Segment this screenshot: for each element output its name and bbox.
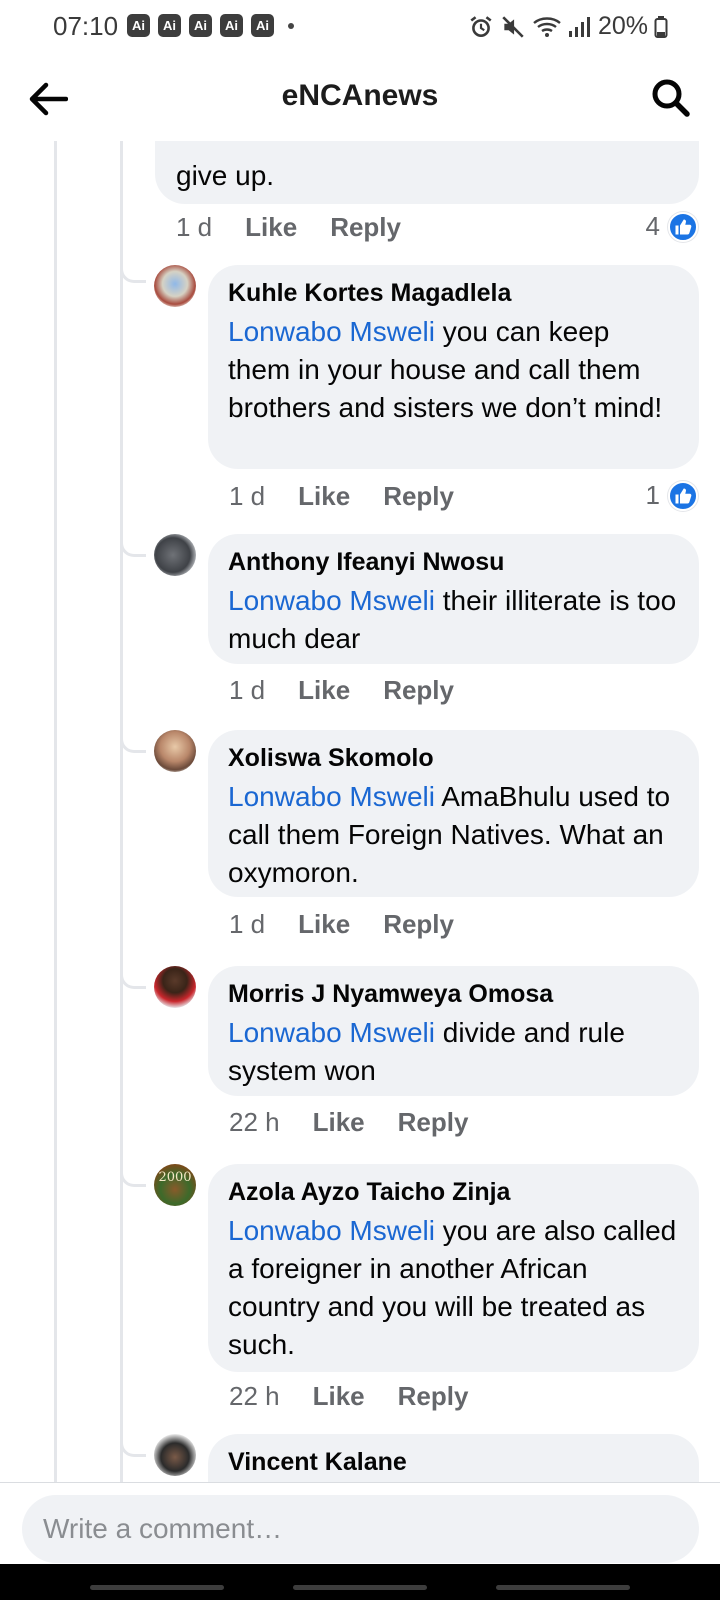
- comment-author[interactable]: Kuhle Kortes Magadlela: [228, 277, 679, 309]
- like-button[interactable]: Like: [245, 212, 297, 243]
- thread-connector: [120, 535, 146, 557]
- reply-button[interactable]: Reply: [398, 1381, 469, 1412]
- comment-time[interactable]: 1 d: [229, 675, 265, 706]
- mention-link[interactable]: Lonwabo Msweli: [228, 1017, 435, 1048]
- like-button[interactable]: Like: [313, 1381, 365, 1412]
- comment-bubble[interactable]: Vincent Kalane: [208, 1434, 699, 1482]
- ai-notification-icon: Ai: [189, 14, 212, 37]
- reply-button[interactable]: Reply: [383, 909, 454, 940]
- thread-connector: [120, 261, 146, 283]
- comment-bubble[interactable]: Xoliswa Skomolo Lonwabo Msweli AmaBhulu …: [208, 730, 699, 897]
- avatar[interactable]: [154, 966, 196, 1008]
- avatar[interactable]: [154, 265, 196, 307]
- comment-text: Lonwabo Msweli you are also called a for…: [228, 1212, 679, 1364]
- status-bar: 07:10 Ai Ai Ai Ai Ai 20%: [0, 0, 720, 52]
- comment-time[interactable]: 1 d: [229, 481, 265, 512]
- system-nav-bar: [0, 1564, 720, 1600]
- status-time: 07:10: [53, 11, 119, 41]
- comment-time[interactable]: 1 d: [176, 212, 212, 243]
- thread-line: [54, 141, 57, 1482]
- mention-link[interactable]: Lonwabo Msweli: [228, 781, 435, 812]
- comment-time[interactable]: 22 h: [229, 1107, 280, 1138]
- comment-actions: 22 h Like Reply: [229, 1107, 501, 1138]
- avatar-text: 2000: [158, 1170, 192, 1185]
- comment-time[interactable]: 22 h: [229, 1381, 280, 1412]
- avatar[interactable]: 2000: [154, 1164, 196, 1206]
- app-header: eNCAnews: [0, 55, 720, 141]
- thumbs-up-icon: [668, 211, 698, 242]
- thread-line: [120, 141, 123, 1482]
- status-icons: 20%: [468, 12, 668, 41]
- like-button[interactable]: Like: [298, 481, 350, 512]
- reply-button[interactable]: Reply: [398, 1107, 469, 1138]
- comment-bubble[interactable]: Azola Ayzo Taicho Zinja Lonwabo Msweli y…: [208, 1164, 699, 1372]
- comment-text: Lonwabo Msweli their illiterate is too m…: [228, 582, 679, 658]
- thread-connector: [120, 731, 146, 753]
- ai-notification-icon: Ai: [220, 14, 243, 37]
- comment-author[interactable]: Vincent Kalane: [228, 1446, 679, 1478]
- comment-author[interactable]: Azola Ayzo Taicho Zinja: [228, 1176, 679, 1208]
- reaction-count: 1: [645, 480, 660, 510]
- avatar[interactable]: [154, 534, 196, 576]
- comment-input[interactable]: Write a comment…: [22, 1495, 699, 1563]
- reaction-summary[interactable]: 4: [646, 211, 698, 242]
- comment-text: Lonwabo Msweli AmaBhulu used to call the…: [228, 778, 679, 892]
- mention-link[interactable]: Lonwabo Msweli: [228, 1215, 435, 1246]
- parent-comment-bubble[interactable]: give up.: [155, 141, 699, 204]
- thread-connector: [120, 1165, 146, 1187]
- signal-icon: [568, 16, 590, 37]
- comment-author[interactable]: Xoliswa Skomolo: [228, 742, 679, 774]
- notification-badges: Ai Ai Ai Ai Ai: [127, 14, 294, 37]
- avatar[interactable]: [154, 1434, 196, 1476]
- comment-actions: 1 d Like Reply: [229, 675, 487, 706]
- thumbs-up-icon: [668, 480, 698, 511]
- comment-bubble[interactable]: Anthony Ifeanyi Nwosu Lonwabo Msweli the…: [208, 534, 699, 664]
- comment-text: Lonwabo Msweli divide and rule system wo…: [228, 1014, 679, 1090]
- page-title: eNCAnews: [281, 79, 439, 112]
- comment-text: Lonwabo Msweli you can keep them in your…: [228, 313, 679, 427]
- comment-bubble[interactable]: Morris J Nyamweya Omosa Lonwabo Msweli d…: [208, 966, 699, 1096]
- comment-actions: 1 d Like Reply: [229, 481, 487, 512]
- comment-bubble[interactable]: Kuhle Kortes Magadlela Lonwabo Msweli yo…: [208, 265, 699, 469]
- comment-feed[interactable]: give up. 1 d Like Reply 4 Kuhle Kortes M…: [0, 141, 720, 1482]
- comment-author[interactable]: Morris J Nyamweya Omosa: [228, 978, 679, 1010]
- like-button[interactable]: Like: [313, 1107, 365, 1138]
- thread-connector: [120, 967, 146, 989]
- thread-connector: [120, 1435, 146, 1457]
- like-button[interactable]: Like: [298, 675, 350, 706]
- avatar[interactable]: [154, 730, 196, 772]
- comment-actions: 22 h Like Reply: [229, 1381, 501, 1412]
- comment-author[interactable]: Anthony Ifeanyi Nwosu: [228, 546, 679, 578]
- home-button[interactable]: [293, 1585, 427, 1590]
- reply-button[interactable]: Reply: [383, 675, 454, 706]
- more-notifications-dot-icon: [288, 22, 294, 29]
- mute-icon: [502, 15, 524, 38]
- mention-link[interactable]: Lonwabo Msweli: [228, 316, 435, 347]
- comment-actions: 1 d Like Reply: [229, 909, 487, 940]
- wifi-icon: [533, 16, 561, 37]
- battery-icon: [654, 15, 668, 38]
- comment-composer-bar: Write a comment…: [0, 1482, 720, 1564]
- ai-notification-icon: Ai: [251, 14, 274, 37]
- reaction-summary[interactable]: 1: [646, 480, 698, 511]
- ai-notification-icon: Ai: [158, 14, 181, 37]
- battery-percent: 20%: [597, 12, 648, 40]
- mention-link[interactable]: Lonwabo Msweli: [228, 585, 435, 616]
- clipped-line: [176, 141, 679, 157]
- parent-comment-actions: 1 d Like Reply: [176, 212, 434, 243]
- back-nav-button[interactable]: [496, 1585, 630, 1590]
- comment-time[interactable]: 1 d: [229, 909, 265, 940]
- reply-button[interactable]: Reply: [330, 212, 401, 243]
- reply-button[interactable]: Reply: [383, 481, 454, 512]
- search-button[interactable]: [648, 75, 694, 121]
- alarm-icon: [470, 15, 492, 37]
- recent-apps-button[interactable]: [90, 1585, 224, 1590]
- reaction-count: 4: [645, 211, 660, 241]
- search-icon: [652, 79, 690, 117]
- ai-notification-icon: Ai: [127, 14, 150, 37]
- like-button[interactable]: Like: [298, 909, 350, 940]
- comment-text: give up.: [176, 160, 275, 191]
